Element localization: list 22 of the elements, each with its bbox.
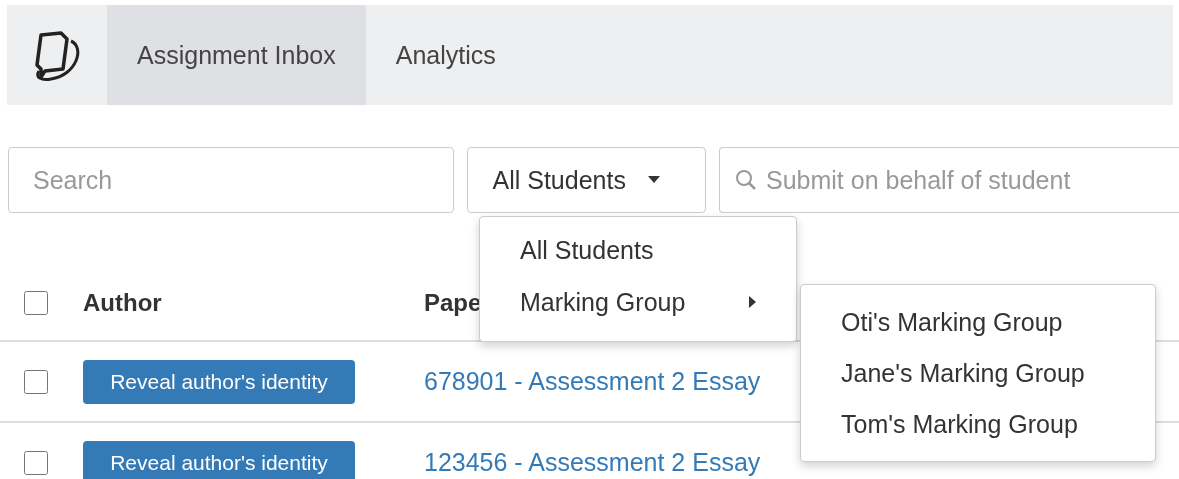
paper-link[interactable]: 123456 - Assessment 2 Essay (424, 448, 761, 477)
caret-down-icon (647, 176, 660, 184)
row-checkbox[interactable] (24, 450, 48, 475)
nav-tab[interactable]: Analytics (365, 5, 526, 105)
student-filter-dropdown[interactable]: All Students (467, 147, 706, 213)
select-all-checkbox[interactable] (24, 291, 48, 315)
paper-link[interactable]: 678901 - Assessment 2 Essay (424, 367, 761, 396)
menu-item[interactable]: Oti's Marking Group (801, 297, 1155, 348)
row-checkbox[interactable] (24, 369, 48, 394)
menu-item[interactable]: All Students (480, 224, 796, 276)
reveal-identity-button[interactable]: Reveal author's identity (83, 359, 355, 404)
search-icon (735, 169, 757, 191)
column-header: Pape (424, 289, 483, 317)
column-header: Author (83, 289, 163, 317)
reveal-identity-button[interactable]: Reveal author's identity (83, 440, 355, 479)
nav-tab[interactable]: Assignment Inbox (107, 5, 366, 105)
menu-item[interactable]: Jane's Marking Group (801, 348, 1155, 399)
caret-right-icon (749, 296, 756, 308)
submenu-item[interactable]: Marking Group (480, 276, 796, 328)
submit-student-search-field[interactable]: Submit on behalf of student (719, 147, 1179, 213)
menu-item[interactable]: Tom's Marking Group (801, 399, 1155, 450)
search-field[interactable]: Search (8, 147, 455, 213)
